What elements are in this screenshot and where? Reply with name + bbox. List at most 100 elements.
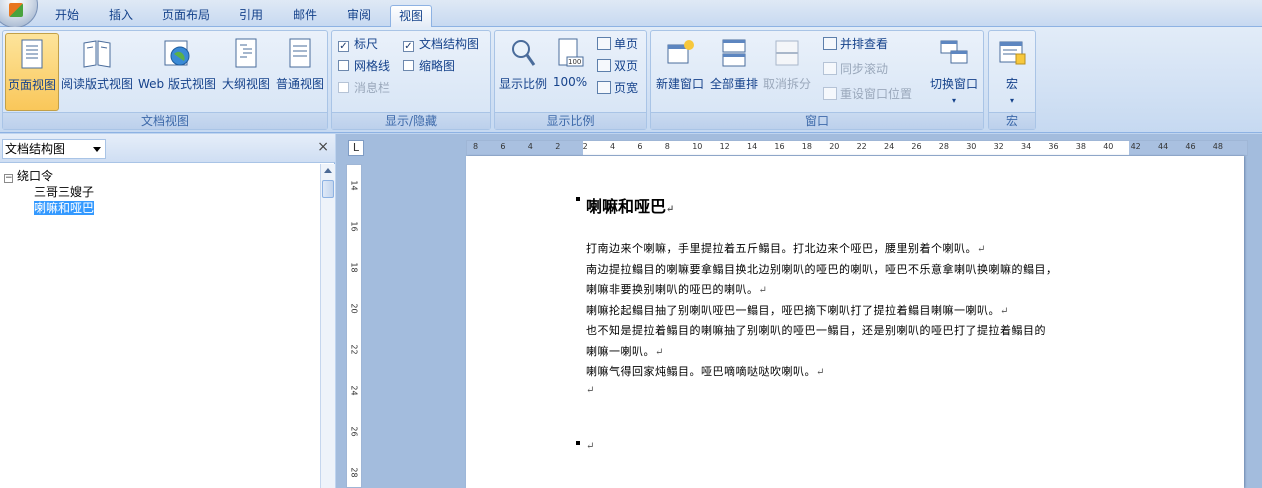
vertical-ruler[interactable]: 14 16 18 20 22 24 26 28	[346, 164, 362, 488]
thumbnails-label: 缩略图	[419, 59, 456, 73]
document-map-header: 文档结构图 ×	[0, 134, 335, 163]
zoom-100-button[interactable]: 100 100%	[551, 33, 589, 111]
two-pages-label: 双页	[614, 59, 639, 73]
tab-insert[interactable]: 插入	[98, 5, 144, 27]
message-bar-check-icon	[338, 82, 349, 93]
ruler-tick-label: 32	[993, 142, 1004, 151]
group-label-document-views: 文档视图	[3, 112, 327, 129]
heading-bullet-icon	[576, 197, 580, 201]
reset-window-position-button: 重设窗口位置	[823, 84, 912, 104]
full-screen-reading-button[interactable]: 阅读版式视图	[60, 33, 134, 111]
page-100-icon: 100	[558, 38, 584, 67]
document-area: L 8 6 4 2 2 4 6 8 10 12 14 16 18 20 22 24 26 28 30 32 34 36 38…	[336, 134, 1262, 488]
remove-split-label: 取消拆分	[762, 77, 811, 91]
ruler-check-icon: ✓	[338, 41, 349, 52]
document-map-scrollbar[interactable]	[320, 164, 335, 488]
paragraph-mark: ↵	[977, 244, 986, 255]
arrange-all-icon	[722, 39, 746, 67]
new-window-button[interactable]: 新建窗口	[654, 33, 706, 111]
tree-item[interactable]: 三哥三嫂子	[4, 184, 94, 200]
gridlines-checkbox[interactable]: 网格线	[338, 56, 390, 76]
ruler-tick-label: 2	[582, 142, 588, 151]
print-layout-button[interactable]: 页面视图	[5, 33, 59, 111]
ruler-tick-label: 44	[1158, 142, 1169, 151]
group-show-hide: ✓ 标尺 网格线 消息栏 ✓ 文档结构图 缩略图 显示/隐藏	[331, 30, 491, 130]
magnifier-icon	[512, 40, 536, 66]
draft-button[interactable]: 普通视图	[274, 33, 326, 111]
tab-view[interactable]: 视图	[390, 5, 432, 27]
ruler-tick-label: 18	[349, 262, 359, 273]
paragraph: 南边提拉鳎目的喇嘛要拿鳎目换北边别喇叭的哑巴的喇叭，哑巴不乐意拿喇叭换喇嘛的鳎目…	[586, 261, 1058, 277]
ruler-tick-label: 38	[1075, 142, 1086, 151]
page-width-button[interactable]: 页宽	[597, 78, 638, 98]
ruler-tick-label: 2	[555, 142, 561, 151]
ruler-tick-label: 30	[966, 142, 977, 151]
message-bar-label: 消息栏	[354, 81, 391, 95]
empty-paragraph: ↵	[586, 383, 595, 396]
macros-button[interactable]: 宏 ▾	[993, 33, 1031, 111]
document-map-select[interactable]: 文档结构图	[2, 139, 106, 159]
web-layout-button[interactable]: Web 版式视图	[136, 33, 218, 111]
thumbnails-checkbox[interactable]: 缩略图	[403, 56, 455, 76]
arrange-all-button[interactable]: 全部重排	[708, 33, 760, 111]
paragraph: 也不知是提拉着鳎目的喇嘛抽了别喇叭的哑巴一鳎目，还是别喇叭的哑巴打了提拉着鳎目的	[586, 322, 1046, 338]
draft-icon	[289, 38, 311, 68]
zoom-button[interactable]: 显示比例	[498, 33, 548, 111]
paragraph-text: 打南边来个喇嘛，手里提拉着五斤鳎目。打北边来个哑巴，腰里别着个喇叭。	[586, 242, 977, 255]
one-page-button[interactable]: 单页	[597, 34, 638, 54]
document-map-label: 文档结构图	[419, 37, 480, 51]
ruler-tick-label: 48	[1212, 142, 1223, 151]
ruler-tick-label: 28	[938, 142, 949, 151]
tab-home[interactable]: 开始	[44, 5, 90, 27]
ruler-tick-label: 24	[349, 385, 359, 396]
switch-windows-button[interactable]: 切换窗口 ▾	[927, 33, 981, 111]
ruler-tick-label: 18	[801, 142, 812, 151]
chevron-down-icon	[93, 147, 101, 152]
tree-root[interactable]: − 绕口令	[4, 168, 94, 184]
office-button[interactable]	[0, 0, 38, 28]
zoom-100-label: 100%	[552, 75, 588, 89]
document-page[interactable]: 喇嘛和哑巴↵ 打南边来个喇嘛，手里提拉着五斤鳎目。打北边来个哑巴，腰里别着个喇叭…	[466, 156, 1244, 488]
print-layout-icon	[21, 39, 43, 69]
tab-references[interactable]: 引用	[228, 5, 274, 27]
close-icon[interactable]: ×	[317, 139, 329, 155]
ruler-tick-label: 6	[637, 142, 643, 151]
tab-review[interactable]: 审阅	[336, 5, 382, 27]
tab-mailings[interactable]: 邮件	[282, 5, 328, 27]
paragraph-text: 南边提拉鳎目的喇嘛要拿鳎目换北边别喇叭的哑巴的喇叭，哑巴不乐意拿喇叭换喇嘛的鳎目…	[586, 263, 1058, 276]
view-side-by-side-button[interactable]: 并排查看	[823, 34, 888, 54]
tree-item-selected[interactable]: 喇嘛和哑巴	[4, 200, 95, 216]
zoom-label: 显示比例	[498, 77, 547, 91]
sync-scroll-label: 同步滚动	[840, 62, 889, 76]
group-label-zoom: 显示比例	[495, 112, 646, 129]
ruler-tick-label: 12	[719, 142, 730, 151]
arrange-all-label: 全部重排	[709, 77, 758, 91]
paragraph-mark: ↵	[758, 285, 768, 296]
outline-button[interactable]: 大纲视图	[220, 33, 272, 111]
paragraph: 喇嘛一喇叭。↵	[586, 343, 664, 359]
paragraph-bullet-icon	[576, 441, 580, 445]
office-logo-icon	[9, 3, 23, 17]
tab-stop-selector[interactable]: L	[348, 140, 364, 156]
scroll-up-icon[interactable]	[324, 168, 332, 173]
ruler-left-margin	[467, 141, 583, 155]
document-heading-text: 喇嘛和哑巴	[586, 197, 667, 216]
scroll-thumb[interactable]	[322, 180, 334, 198]
ruler-tick-label: 42	[1130, 142, 1141, 151]
ruler-tick-label: 46	[1185, 142, 1196, 151]
page-width-label: 页宽	[614, 81, 639, 95]
document-map-checkbox[interactable]: ✓ 文档结构图	[403, 34, 479, 54]
collapse-icon[interactable]: −	[4, 174, 13, 183]
ruler-tick-label: 16	[349, 221, 359, 232]
ruler-tick-label: 8	[664, 142, 670, 151]
tab-page-layout[interactable]: 页面布局	[152, 5, 220, 27]
horizontal-ruler[interactable]: 8 6 4 2 2 4 6 8 10 12 14 16 18 20 22 24 26 28 30 32 34 36 38 40…	[466, 140, 1248, 156]
ruler-tick-label: 6	[500, 142, 506, 151]
paragraph: 喇嘛抡起鳎目抽了别喇叭哑巴一鳎目，哑巴摘下喇叭打了提拉着鳎目喇嘛一喇叭。↵	[586, 302, 1009, 318]
paragraph-mark: ↵	[666, 204, 675, 215]
ruler-tick-label: 20	[349, 303, 359, 314]
two-pages-button[interactable]: 双页	[597, 56, 638, 76]
ruler-checkbox[interactable]: ✓ 标尺	[338, 34, 378, 54]
tree-item-label: 喇嘛和哑巴	[34, 201, 95, 215]
paragraph: 打南边来个喇嘛，手里提拉着五斤鳎目。打北边来个哑巴，腰里别着个喇叭。↵	[586, 240, 986, 256]
